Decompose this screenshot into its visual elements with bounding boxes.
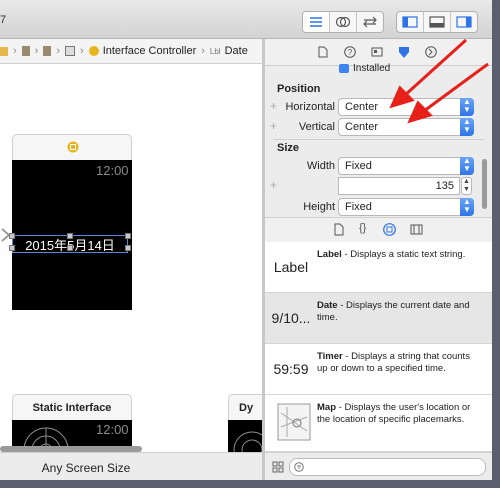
xcode-window: 7 › › › › Interface Controller › Lbl Dat… [0,0,492,480]
arrow-head-icon [407,100,433,124]
annotation-arrows [389,38,489,124]
